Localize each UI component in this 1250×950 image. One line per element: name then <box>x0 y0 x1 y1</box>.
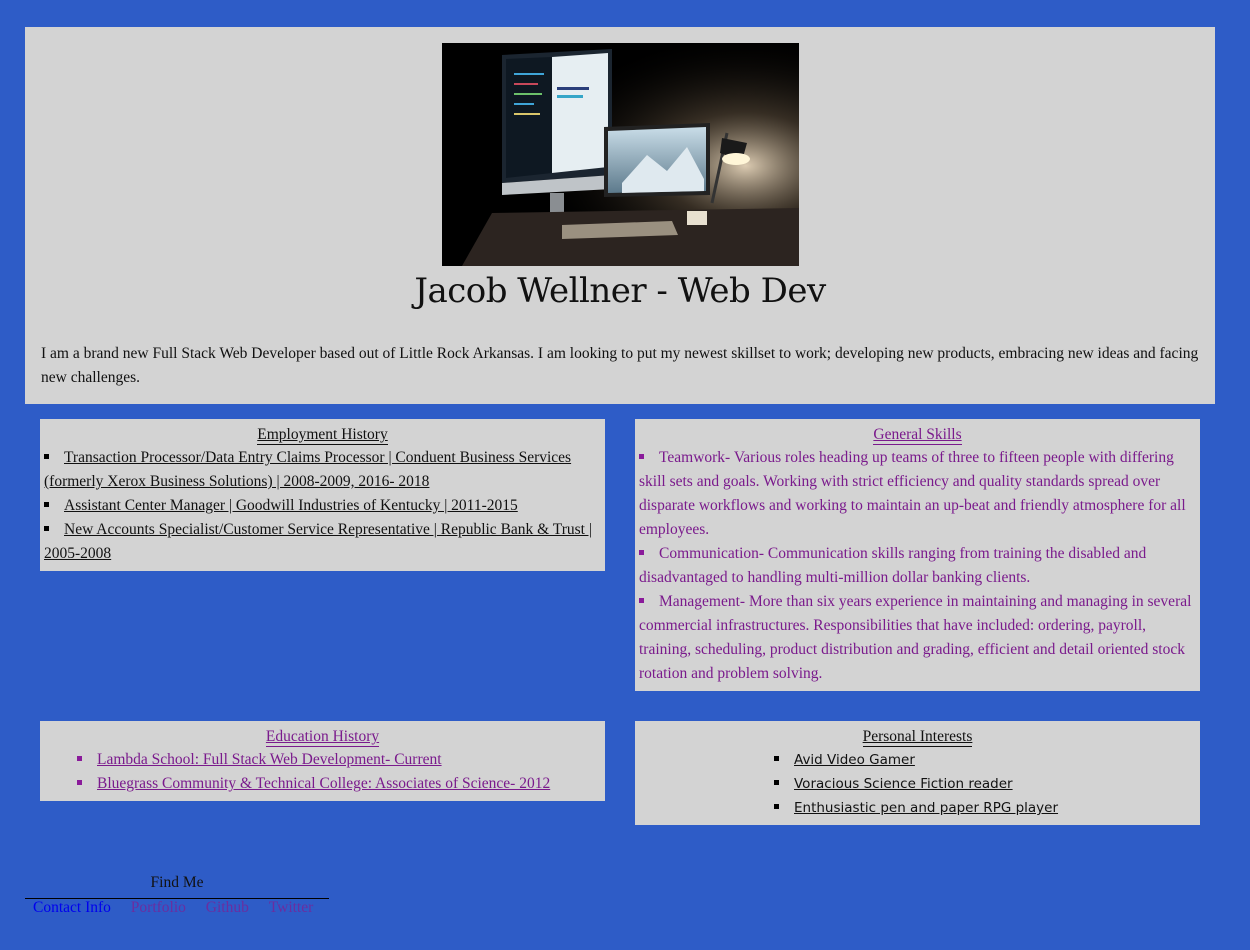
bullet-icon <box>77 779 82 785</box>
skill-text: Communication- Communication skills rang… <box>639 545 1147 586</box>
skill-text: Management- More than six years experien… <box>639 593 1192 682</box>
list-item: Bluegrass Community & Technical College:… <box>40 772 605 796</box>
page-title: Jacob Wellner - Web Dev <box>414 271 826 311</box>
skill-text: Teamwork- Various roles heading up teams… <box>639 449 1186 538</box>
bullet-icon <box>774 779 779 785</box>
employment-link[interactable]: Transaction Processor/Data Entry Claims … <box>44 449 571 490</box>
bullet-icon <box>77 755 82 761</box>
education-history-heading: Education History <box>265 728 380 747</box>
bullet-icon <box>639 597 644 603</box>
interest-link[interactable]: Avid Video Gamer <box>794 752 915 768</box>
list-item: Teamwork- Various roles heading up teams… <box>635 446 1200 542</box>
bullet-icon <box>774 803 779 809</box>
list-item: Transaction Processor/Data Entry Claims … <box>40 446 605 494</box>
list-item: Avid Video Gamer <box>635 748 1200 772</box>
bullet-icon <box>44 525 49 531</box>
general-skills-heading: General Skills <box>873 426 962 445</box>
bullet-icon <box>774 755 779 761</box>
contact-info-link[interactable]: Contact Info <box>33 899 111 916</box>
bio-text: I am a brand new Full Stack Web Develope… <box>41 345 1199 386</box>
employment-list: Transaction Processor/Data Entry Claims … <box>40 446 605 566</box>
header-section: Jacob Wellner - Web Dev I am a brand new… <box>25 27 1215 404</box>
list-item: Communication- Communication skills rang… <box>635 542 1200 590</box>
bullet-icon <box>44 453 49 459</box>
interest-link[interactable]: Voracious Science Fiction reader <box>794 776 1013 792</box>
employment-link[interactable]: New Accounts Specialist/Customer Service… <box>44 521 592 562</box>
list-item: Assistant Center Manager | Goodwill Indu… <box>40 494 605 518</box>
workspace-photo <box>442 43 799 266</box>
bullet-icon <box>639 549 644 555</box>
list-item: Lambda School: Full Stack Web Developmen… <box>40 748 605 772</box>
education-link[interactable]: Lambda School: Full Stack Web Developmen… <box>97 751 442 768</box>
find-me-heading: Find Me <box>25 874 329 899</box>
personal-interests-heading: Personal Interests <box>862 728 973 747</box>
employment-history-heading: Employment History <box>257 426 388 445</box>
bullet-icon <box>44 501 49 507</box>
employment-link[interactable]: Assistant Center Manager | Goodwill Indu… <box>64 497 518 514</box>
list-item: New Accounts Specialist/Customer Service… <box>40 518 605 566</box>
list-item: Management- More than six years experien… <box>635 590 1200 686</box>
education-link[interactable]: Bluegrass Community & Technical College:… <box>97 775 550 792</box>
education-list: Lambda School: Full Stack Web Developmen… <box>40 748 605 796</box>
portfolio-link[interactable]: Portfolio <box>131 899 186 916</box>
skills-list: Teamwork- Various roles heading up teams… <box>635 446 1200 686</box>
general-skills-card: General Skills Teamwork- Various roles h… <box>635 419 1200 691</box>
interests-list: Avid Video Gamer Voracious Science Ficti… <box>635 748 1200 820</box>
employment-history-card: Employment History Transaction Processor… <box>40 419 605 571</box>
list-item: Voracious Science Fiction reader <box>635 772 1200 796</box>
education-history-card: Education History Lambda School: Full St… <box>40 721 605 801</box>
personal-interests-card: Personal Interests Avid Video Gamer Vora… <box>635 721 1200 825</box>
github-link[interactable]: Github <box>206 899 249 916</box>
interest-link[interactable]: Enthusiastic pen and paper RPG player <box>794 800 1058 816</box>
list-item: Enthusiastic pen and paper RPG player <box>635 796 1200 820</box>
footer-nav: Contact Info Portfolio Github Twitter <box>25 899 345 917</box>
twitter-link[interactable]: Twitter <box>269 899 314 916</box>
bullet-icon <box>639 453 644 459</box>
